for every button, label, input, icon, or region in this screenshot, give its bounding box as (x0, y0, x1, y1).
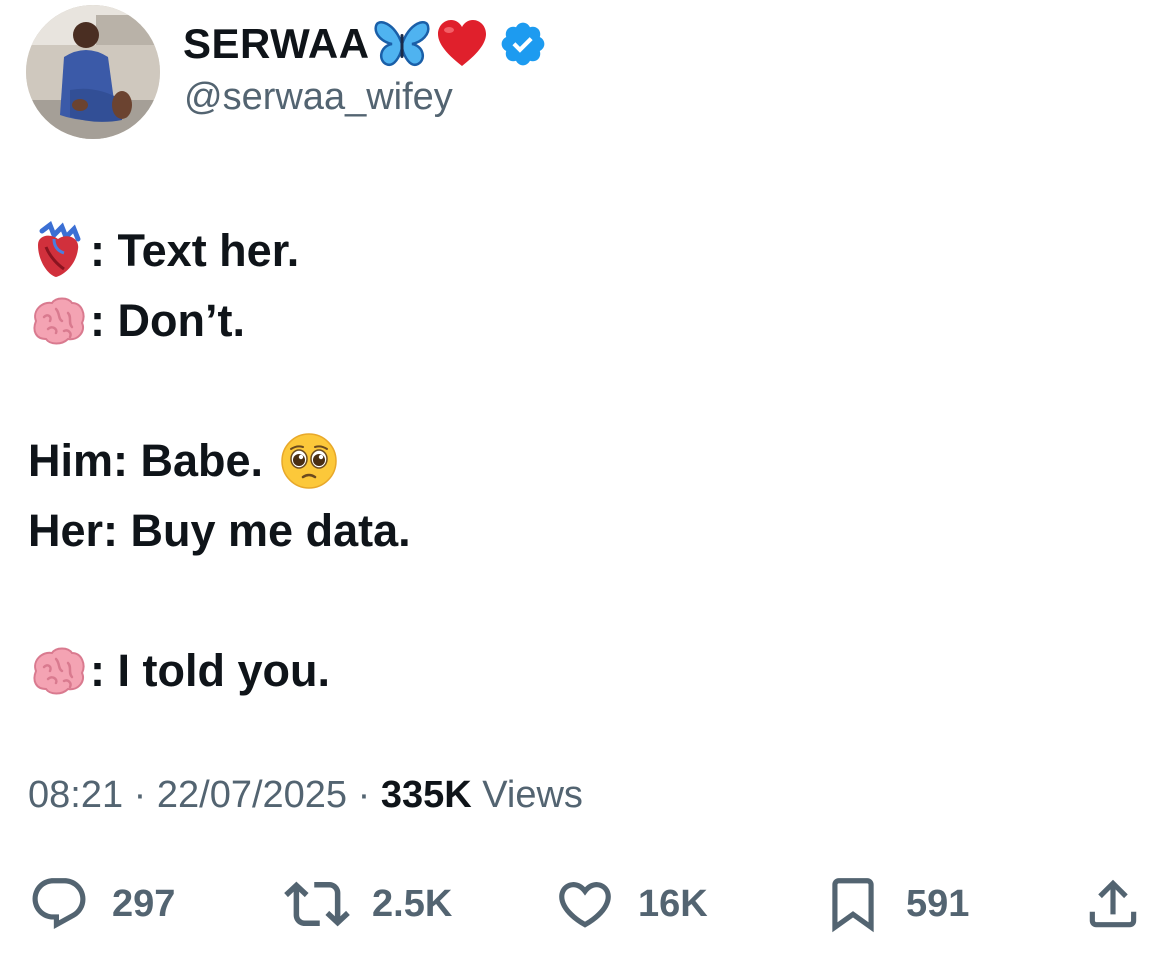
tweet-line-text: : I told you. (90, 645, 330, 696)
repost-count: 2.5K (372, 882, 453, 925)
tweet-time[interactable]: 08:21 (28, 774, 123, 816)
repost-button[interactable]: 2.5K (284, 866, 452, 942)
tweet-line: : Don’t. (28, 286, 411, 356)
verified-badge-icon (501, 22, 544, 66)
tweet-line: Him: Babe. (28, 426, 411, 496)
reply-count: 297 (112, 882, 176, 925)
views-count: 335K (380, 774, 472, 816)
meta-separator: · (357, 774, 371, 816)
display-name-text: SERWAA (183, 20, 370, 67)
heart-icon (559, 882, 611, 928)
like-count: 16K (638, 882, 708, 925)
tweet-line-text: : Don’t. (90, 295, 245, 346)
share-button[interactable] (1082, 866, 1144, 942)
repost-icon (284, 881, 350, 927)
red-heart-icon (437, 20, 486, 66)
like-button[interactable]: 16K (554, 866, 708, 942)
brain-icon (28, 641, 88, 701)
display-name[interactable]: SERWAA (183, 14, 548, 74)
tweet-meta: 08:21 · 22/07/2025 · 335K Views (28, 774, 583, 817)
bookmark-icon (832, 878, 874, 933)
tweet-line: Her: Buy me data. (28, 496, 411, 566)
pleading-face-icon (279, 431, 339, 491)
tweet-date[interactable]: 22/07/2025 (157, 774, 347, 816)
tweet-line-text: Him: Babe. (28, 435, 264, 486)
views-label: Views (482, 774, 583, 816)
butterfly-icon (374, 21, 430, 67)
bookmark-button[interactable]: 591 (822, 866, 969, 942)
avatar-photo (26, 5, 160, 139)
tweet-line-text: : Text her. (90, 225, 300, 276)
tweet-line: : Text her. (28, 216, 411, 286)
reply-button[interactable]: 297 (28, 866, 175, 942)
tweet-line: : I told you. (28, 636, 411, 706)
tweet-text: : Text her. : Don’t. Him: Babe. Her: Buy… (28, 216, 411, 706)
brain-icon (28, 291, 88, 351)
bookmark-count: 591 (906, 882, 970, 925)
avatar[interactable] (26, 5, 160, 139)
anatomical-heart-icon (28, 221, 88, 281)
meta-separator: · (133, 774, 147, 816)
reply-icon (32, 878, 86, 930)
user-handle[interactable]: @serwaa_wifey (184, 76, 453, 119)
tweet-line-text: Her: Buy me data. (28, 505, 411, 556)
share-icon (1089, 879, 1137, 928)
action-bar: 297 2.5K 16K 591 (0, 866, 1170, 942)
